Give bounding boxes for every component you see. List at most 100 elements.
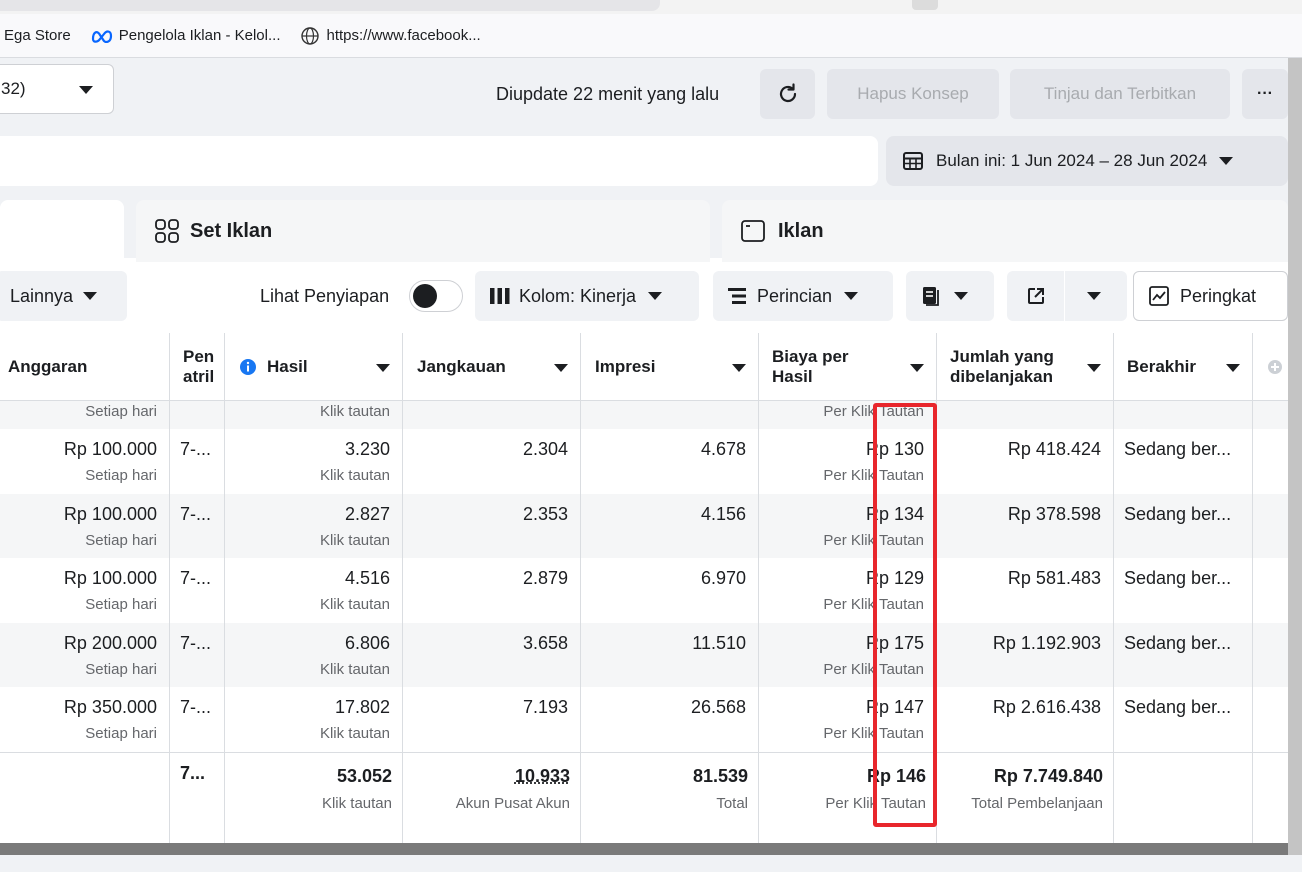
total-reach[interactable]: 10.933 xyxy=(515,766,570,787)
ad-sets-icon xyxy=(155,219,179,243)
tab-campaigns[interactable] xyxy=(0,200,124,262)
end-status: Sedang ber... xyxy=(1124,503,1232,524)
table-row[interactable]: Rp 100.000 Setiap hari 7-... 2.827 Klik taut… xyxy=(0,493,1288,559)
table-cell: 2.879 xyxy=(403,558,581,623)
tab-ad-sets[interactable]: Set Iklan xyxy=(136,200,710,262)
url-field[interactable] xyxy=(0,0,660,11)
vertical-scrollbar[interactable] xyxy=(1288,58,1302,858)
table-cell: Rp 418.424 xyxy=(937,429,1114,494)
horizontal-scrollbar[interactable] xyxy=(0,843,1288,855)
attribution-value: 7-... xyxy=(180,632,212,653)
table-cell: Rp 1.192.903 xyxy=(937,622,1114,688)
impressions-value: 26.568 xyxy=(690,697,746,718)
chevron-down-icon xyxy=(1219,157,1234,165)
column-header-label: Berakhir xyxy=(1127,357,1196,376)
totals-row: 7... 53.052 Klik tautan 10.933 Akun Pusa… xyxy=(0,752,1288,845)
column-header-reach[interactable]: Jangkauan xyxy=(403,333,581,401)
column-header-cost-per-result[interactable]: Biaya per Hasil xyxy=(759,333,937,401)
chevron-down-icon xyxy=(83,292,98,300)
attribution-value: 7-... xyxy=(180,439,212,459)
table-cell: 3.658 xyxy=(403,622,581,688)
add-column-button[interactable] xyxy=(1253,333,1288,401)
preview-setup-toggle[interactable] xyxy=(409,280,463,312)
external-link-icon xyxy=(1027,288,1044,304)
reach-value: 2.304 xyxy=(522,439,568,459)
ranking-label: Peringkat xyxy=(1180,285,1257,306)
column-header-impressions[interactable]: Impresi xyxy=(581,333,759,401)
table-row[interactable]: Setiap hari Klik tautan Per Klik Tautan xyxy=(0,401,1288,429)
refresh-button[interactable] xyxy=(760,69,815,119)
end-status: Sedang ber... xyxy=(1124,568,1232,589)
date-range-label: Bulan ini: 1 Jun 2024 – 28 Jun 2024 xyxy=(936,151,1208,170)
table-row[interactable]: Rp 100.000 Setiap hari 7-... 4.516 Klik taut… xyxy=(0,558,1288,623)
sort-icon[interactable] xyxy=(376,364,390,372)
reach-value: 2.353 xyxy=(522,503,568,524)
browser-address-bar[interactable] xyxy=(0,0,1302,14)
search-filter-bar[interactable] xyxy=(0,136,878,186)
table-cell: Rp 100.000 Setiap hari xyxy=(0,429,170,494)
column-header-amount-spent[interactable]: Jumlah yang dibelanjakan xyxy=(937,333,1114,401)
reach-value: 3.658 xyxy=(522,632,568,653)
budget-type: Setiap hari xyxy=(85,467,157,484)
attribution-value: 7-... xyxy=(180,697,212,718)
discard-draft-button[interactable]: Hapus Konsep xyxy=(827,69,999,119)
browser-toolbar-icon[interactable] xyxy=(912,0,938,10)
table-cell: 7-... xyxy=(170,622,225,688)
export-button[interactable] xyxy=(1007,271,1065,321)
budget-value: Rp 100.000 xyxy=(63,568,157,589)
export-dropdown-button[interactable] xyxy=(1065,271,1123,321)
date-range-picker[interactable]: Bulan ini: 1 Jun 2024 – 28 Jun 2024 xyxy=(886,136,1288,186)
table-cell: Rp 100.000 Setiap hari xyxy=(0,558,170,623)
budget-type: Setiap hari xyxy=(85,596,157,614)
more-actions-button[interactable]: Lainnya xyxy=(0,271,127,321)
campaign-select[interactable]: 32) xyxy=(0,64,114,114)
table-cell: 6.970 xyxy=(581,558,759,623)
table-row[interactable]: Rp 100.000 Setiap hari 7-... 3.230 Klik taut… xyxy=(0,429,1288,494)
bookmark-ads-manager[interactable]: Pengelola Iklan - Kelol... xyxy=(91,27,281,44)
result-type: Klik tautan xyxy=(319,660,390,678)
column-header-ends[interactable]: Berakhir xyxy=(1114,333,1253,401)
preview-setup-label: Lihat Penyiapan xyxy=(260,286,390,306)
sort-icon[interactable] xyxy=(732,364,746,372)
bookmark-label: Pengelola Iklan - Kelol... xyxy=(118,27,281,44)
table-cell: 11.510 xyxy=(581,622,759,688)
table-cell: 7-... xyxy=(170,429,225,494)
budget-value: Rp 350.000 xyxy=(63,697,157,718)
sort-icon[interactable] xyxy=(910,364,924,372)
column-header-budget[interactable]: Anggaran xyxy=(0,333,170,401)
chart-trend-icon xyxy=(1149,286,1169,306)
bookmark-facebook[interactable]: https://www.facebook... xyxy=(300,26,481,46)
impressions-value: 11.510 xyxy=(692,632,746,653)
column-header-attribution[interactable]: Pen atril xyxy=(170,333,225,401)
budget-type: Setiap hari xyxy=(85,403,157,420)
table-cell: 2.827 Klik tautan xyxy=(225,493,403,559)
reports-button[interactable] xyxy=(906,271,994,321)
results-value: 4.516 xyxy=(344,568,390,589)
more-options-button[interactable]: ··· xyxy=(1242,69,1288,119)
bookmark-ega-store[interactable]: Ega Store xyxy=(4,27,71,44)
table-cell: 4.156 xyxy=(581,493,759,559)
tab-label: Set Iklan xyxy=(190,219,273,242)
ads-table: Anggaran Pen atril Hasil Jangkauan Impre… xyxy=(0,333,1288,845)
amount-spent-value: Rp 581.483 xyxy=(1007,568,1101,589)
breakdown-button[interactable]: Perincian xyxy=(713,271,893,321)
ad-icon xyxy=(741,220,765,242)
sort-icon[interactable] xyxy=(1226,364,1240,372)
table-row[interactable]: Rp 350.000 Setiap hari 7-... 17.802 Klik tau… xyxy=(0,687,1288,752)
globe-icon xyxy=(301,26,320,45)
total-results: 53.052 xyxy=(336,766,392,786)
column-header-label: Jangkauan xyxy=(417,357,506,376)
columns-button[interactable]: Kolom: Kinerja xyxy=(475,271,699,321)
table-cell: 4.678 xyxy=(581,429,759,494)
toggle-knob xyxy=(413,284,437,308)
sort-icon[interactable] xyxy=(554,364,568,372)
table-row[interactable]: Rp 200.000 Setiap hari 7-... 6.806 Klik taut… xyxy=(0,622,1288,688)
review-publish-button[interactable]: Tinjau dan Terbitkan xyxy=(1010,69,1230,119)
info-icon[interactable] xyxy=(239,358,257,376)
tab-ads[interactable]: Iklan xyxy=(722,200,1288,262)
table-cell: Rp 100.000 Setiap hari xyxy=(0,493,170,559)
ranking-button[interactable]: Peringkat xyxy=(1133,271,1288,321)
sort-icon[interactable] xyxy=(1087,364,1101,372)
column-header-results[interactable]: Hasil xyxy=(225,333,403,401)
table-cell: 7-... xyxy=(170,493,225,559)
